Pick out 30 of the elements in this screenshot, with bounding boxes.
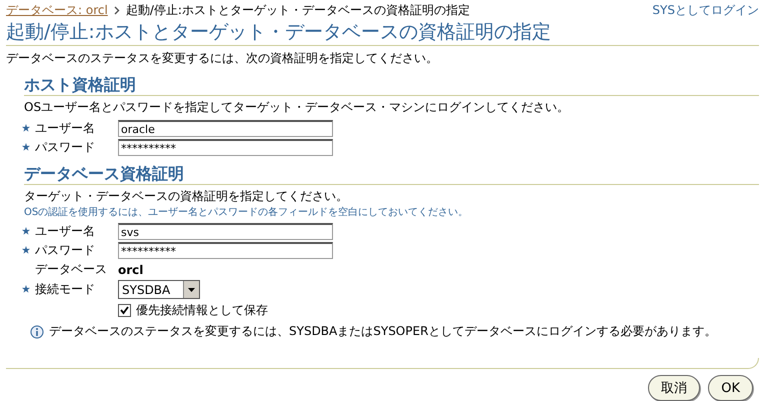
connect-mode-select[interactable]: SYSDBA xyxy=(118,280,200,299)
field-label: 接続モード xyxy=(35,281,95,298)
ok-button[interactable]: OK xyxy=(708,375,753,401)
field-label: ユーザー名 xyxy=(35,223,95,240)
save-checkbox[interactable] xyxy=(118,304,131,317)
section-heading: データベース資格証明 xyxy=(24,164,759,185)
cancel-button[interactable]: 取消 xyxy=(648,375,700,401)
page-title: 起動/停止:ホストとターゲット・データベースの資格証明の指定 xyxy=(6,19,759,46)
input-field[interactable]: ********** xyxy=(118,242,333,259)
section-description: OSユーザー名とパスワードを指定してターゲット・データベース・マシンにログインしてください。 xyxy=(24,99,570,116)
breadcrumb-current: 起動/停止:ホストとターゲット・データベースの資格証明の指定 xyxy=(126,2,470,19)
hint-text: OSの認証を使用するには、ユーザー名とパスワードの各フィールドを空白にしておいてください。 xyxy=(24,206,470,219)
login-link[interactable]: SYSとしてログイン xyxy=(652,2,759,19)
section-description: ターゲット・データベースの資格証明を指定してください。 xyxy=(24,188,349,205)
caret-icon xyxy=(183,281,199,298)
intro-text: データベースのステータスを変更するには、次の資格証明を指定してください。 xyxy=(6,50,439,67)
breadcrumb-link[interactable]: データベース: orcl xyxy=(6,2,108,19)
section-heading: ホスト資格証明 xyxy=(24,75,759,96)
info-text: データベースのステータスを変更するには、SYSDBAまたはSYSOPERとしてデータベースにログインする必要があります。 xyxy=(49,323,716,340)
database-value: orcl xyxy=(118,262,144,276)
checkbox-label: 優先接続情報として保存 xyxy=(136,302,268,319)
input-field[interactable]: oracle xyxy=(118,120,333,137)
field-label: ユーザー名 xyxy=(35,120,95,137)
field-label: パスワード xyxy=(35,139,95,156)
input-field[interactable]: ********** xyxy=(118,139,333,156)
info-icon xyxy=(30,324,44,338)
chevron-icon xyxy=(114,6,120,15)
field-label: パスワード xyxy=(35,242,95,259)
input-field[interactable]: svs xyxy=(118,223,333,240)
field-label: データベース xyxy=(35,261,107,278)
